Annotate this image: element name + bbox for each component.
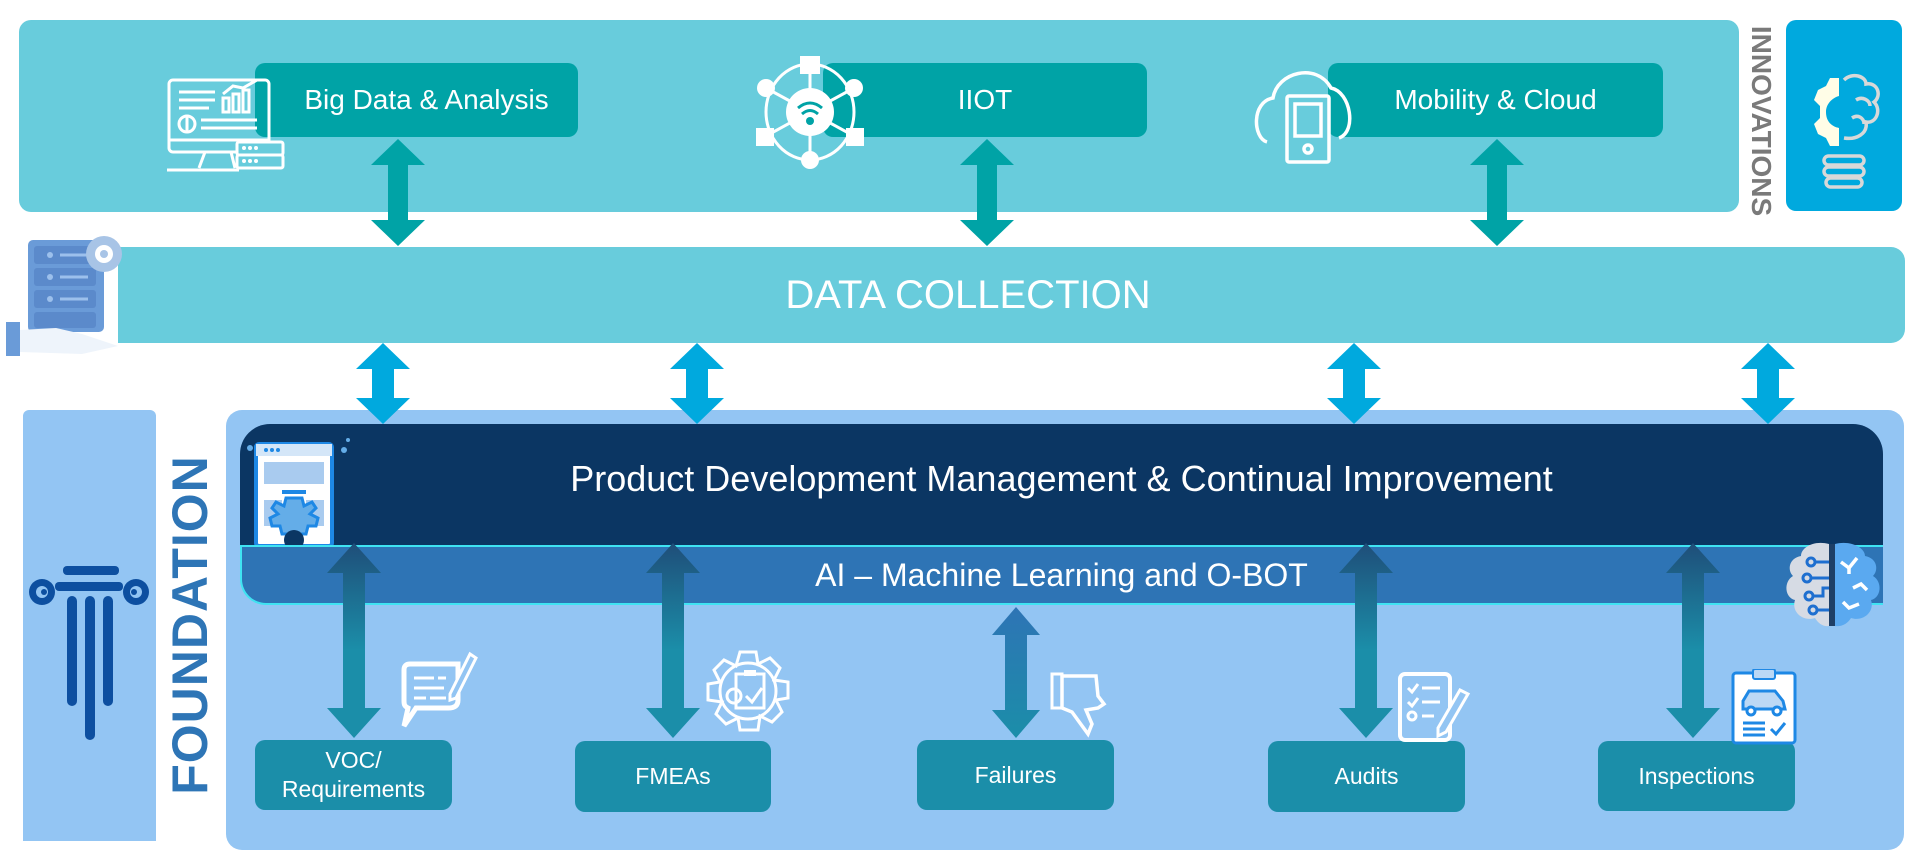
arrows-layer (327, 139, 1795, 738)
arrow-dc-1 (356, 343, 410, 424)
voc-label-line1: VOC/ (325, 747, 382, 774)
arrow-failures (992, 607, 1040, 738)
voc-requirements-box: VOC/Requirements (255, 740, 452, 810)
voc-requirements-label: VOC/Requirements (282, 746, 425, 804)
arrow-dc-4 (1741, 343, 1795, 424)
arrow-voc (327, 543, 381, 738)
inspections-label: Inspections (1638, 762, 1755, 789)
arrow-iiot (960, 139, 1014, 246)
arrow-mobility (1470, 139, 1524, 246)
arrow-inspections (1666, 543, 1720, 738)
gear-clipboard-icon (706, 650, 790, 732)
failures-box: Failures (917, 740, 1114, 810)
fmeas-label: FMEAs (635, 763, 711, 790)
inspections-box: Inspections (1598, 741, 1795, 811)
car-inspection-clipboard-icon (1731, 669, 1797, 745)
arrow-dc-3 (1327, 343, 1381, 424)
ai-brain-icon (1786, 542, 1880, 627)
thumbs-down-icon (1050, 672, 1107, 738)
failures-label: Failures (974, 761, 1057, 788)
arrow-fmeas (646, 543, 700, 738)
audits-box: Audits (1268, 741, 1465, 812)
voc-label-line2: Requirements (281, 776, 426, 802)
arrow-big-data (371, 139, 425, 246)
checklist-pencil-icon (1398, 672, 1471, 742)
fmeas-box: FMEAs (575, 741, 771, 812)
chat-pencil-icon (401, 651, 478, 728)
arrow-audits (1339, 543, 1393, 738)
arrow-dc-2 (670, 343, 724, 424)
audits-label: Audits (1334, 763, 1399, 790)
